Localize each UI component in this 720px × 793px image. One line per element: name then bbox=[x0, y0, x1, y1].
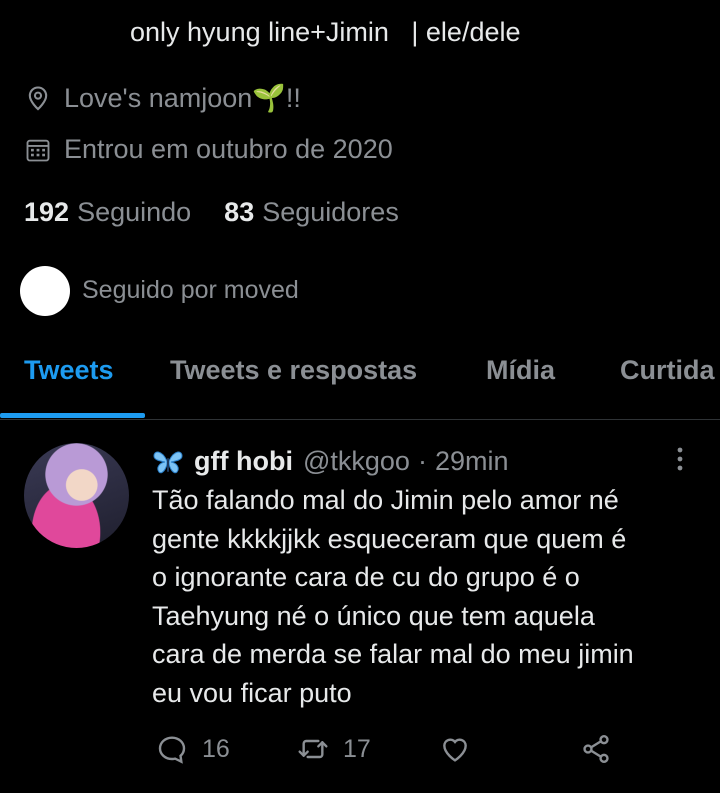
followers-label: Seguidores bbox=[262, 197, 399, 227]
tweet-line: cara de merda se falar mal do meu jimin bbox=[152, 639, 634, 669]
follow-counts: 192 Seguindo 83 Seguidores bbox=[24, 197, 399, 228]
joined-text: Entrou em outubro de 2020 bbox=[64, 134, 393, 164]
location-text: Love's namjoon🌱!! bbox=[64, 83, 301, 113]
retweet-button[interactable]: 17 bbox=[297, 733, 371, 765]
profile-tabs: Tweets Tweets e respostas Mídia Curtida bbox=[0, 335, 720, 420]
reply-count: 16 bbox=[202, 734, 230, 763]
share-button[interactable] bbox=[580, 733, 612, 765]
tweet-header: gff hobi @tkkgoo · 29min bbox=[152, 446, 508, 477]
tab-likes[interactable]: Curtida bbox=[620, 355, 715, 386]
followed-by-text[interactable]: Seguido por moved bbox=[82, 276, 299, 305]
like-button[interactable] bbox=[439, 733, 471, 765]
profile-joined: Entrou em outubro de 2020 bbox=[24, 134, 393, 165]
reply-icon bbox=[158, 736, 186, 764]
tweet-author-handle[interactable]: @tkkgoo bbox=[303, 446, 410, 477]
tab-media[interactable]: Mídia bbox=[486, 355, 555, 386]
butterfly-emoji-icon bbox=[153, 451, 183, 473]
tweet-author-avatar[interactable] bbox=[24, 443, 129, 548]
followers-count: 83 bbox=[224, 197, 255, 227]
calendar-icon bbox=[26, 139, 50, 161]
tweet-author-name[interactable]: gff hobi bbox=[194, 446, 293, 477]
tweet-line: gente kkkkjjkk esqueceram que quem é bbox=[152, 523, 627, 554]
tweet-separator: · bbox=[417, 446, 427, 476]
tweet-text: Tão falando mal do Jimin pelo amor né ge… bbox=[152, 481, 692, 712]
tweet-line: Tão falando mal do Jimin pelo amor né bbox=[152, 485, 619, 515]
followers-link[interactable]: 83 Seguidores bbox=[224, 197, 399, 228]
more-vertical-icon[interactable] bbox=[668, 445, 692, 473]
follower-avatar[interactable] bbox=[20, 266, 70, 316]
profile-location: Love's namjoon🌱!! bbox=[24, 82, 301, 114]
reply-button[interactable]: 16 bbox=[156, 733, 230, 765]
retweet-icon bbox=[298, 739, 328, 759]
tab-tweets[interactable]: Tweets bbox=[24, 355, 114, 386]
profile-bio: only hyung line+Jimin | ele/dele bbox=[130, 17, 521, 47]
tweet-line: eu vou ficar puto bbox=[152, 677, 352, 708]
tweet-line: o ignorante cara de cu do grupo é o bbox=[152, 562, 580, 592]
following-label: Seguindo bbox=[77, 197, 192, 227]
active-tab-indicator bbox=[0, 413, 145, 418]
tab-tweets-replies[interactable]: Tweets e respostas bbox=[170, 355, 417, 386]
location-pin-icon bbox=[28, 86, 48, 111]
following-count: 192 bbox=[24, 197, 70, 227]
tweet-time[interactable]: 29min bbox=[435, 446, 509, 477]
retweet-count: 17 bbox=[343, 734, 371, 763]
share-icon bbox=[583, 735, 609, 763]
following-link[interactable]: 192 Seguindo bbox=[24, 197, 191, 228]
heart-icon bbox=[443, 738, 467, 762]
tweet-line: Taehyung né o único que tem aquela bbox=[152, 600, 595, 631]
